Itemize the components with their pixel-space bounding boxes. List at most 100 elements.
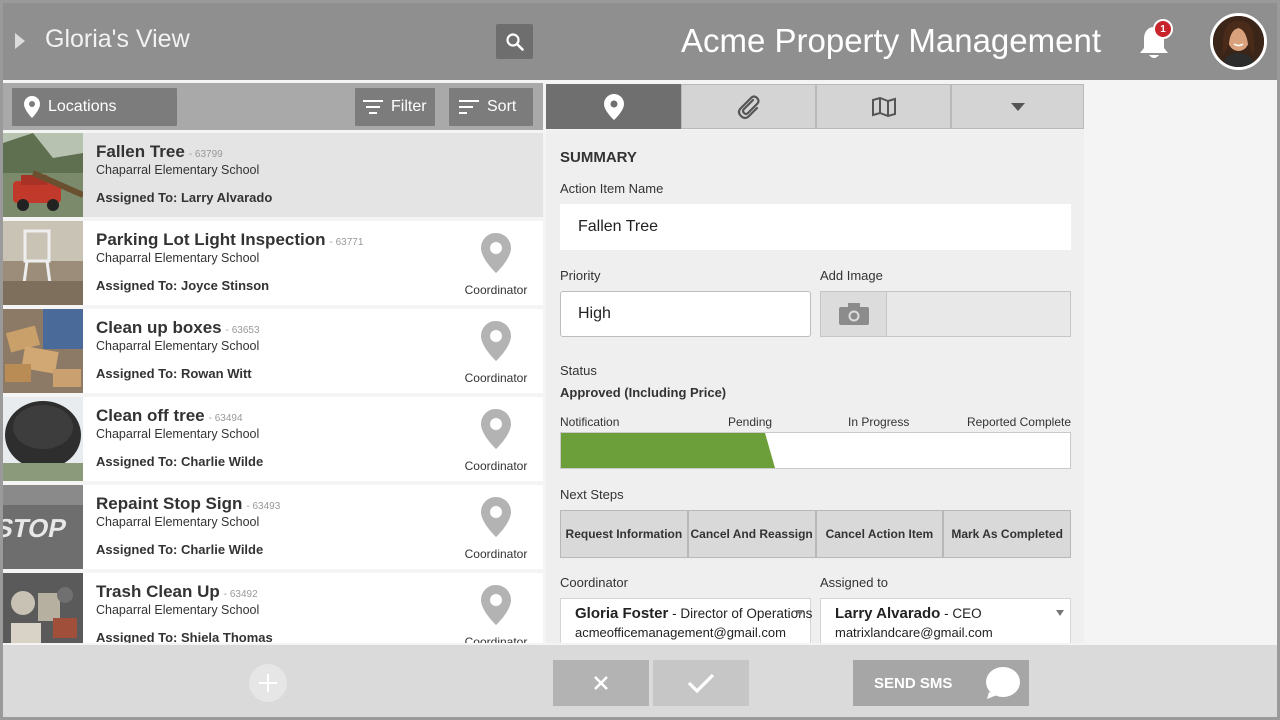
item-title: Parking Lot Light Inspection - 63771 [96, 230, 364, 249]
search-icon [505, 32, 524, 51]
search-button[interactable] [496, 24, 533, 59]
action-item-list: Fallen Tree - 63799 Chaparral Elementary … [3, 133, 543, 643]
map-pin-icon[interactable] [481, 321, 511, 361]
chat-bubble-icon [986, 667, 1020, 699]
section-title: SUMMARY [560, 149, 637, 166]
checkmark-icon [687, 673, 715, 693]
close-icon [594, 676, 608, 690]
item-location: Chaparral Elementary School [96, 427, 260, 441]
cancel-button[interactable] [553, 660, 649, 706]
next-steps-buttons: Request Information Cancel And Reassign … [560, 510, 1071, 558]
send-sms-button[interactable]: SEND SMS [853, 660, 1029, 706]
list-item[interactable]: Parking Lot Light Inspection - 63771 Chap… [3, 221, 543, 305]
user-avatar[interactable] [1210, 13, 1267, 70]
tab-attachments[interactable] [681, 84, 816, 129]
list-item[interactable]: Fallen Tree - 63799 Chaparral Elementary … [3, 133, 543, 217]
item-title: Repaint Stop Sign - 63493 [96, 494, 281, 513]
tab-map[interactable] [816, 84, 951, 129]
item-role: Coordinator [464, 371, 528, 385]
item-role: Coordinator [464, 459, 528, 473]
item-role: Coordinator [464, 283, 528, 297]
item-thumbnail [3, 573, 83, 643]
svg-text:STOP: STOP [3, 513, 69, 543]
request-information-button[interactable]: Request Information [560, 510, 688, 558]
cancel-and-reassign-button[interactable]: Cancel And Reassign [687, 510, 816, 558]
progress-fill [561, 433, 775, 468]
stage-in-progress: In Progress [848, 415, 910, 429]
item-role: Coordinator [464, 547, 528, 561]
add-image-field[interactable] [820, 291, 1071, 337]
item-thumbnail: STOP [3, 485, 83, 569]
add-button[interactable] [249, 664, 287, 702]
location-pin-icon [24, 96, 40, 118]
view-title: Gloria's View [45, 25, 190, 53]
map-icon [871, 96, 896, 117]
next-steps-label: Next Steps [560, 487, 624, 502]
list-toolbar: Locations Filter Sort [3, 83, 543, 130]
item-thumbnail [3, 133, 83, 217]
list-item[interactable]: Clean up boxes - 63653 Chaparral Elementa… [3, 309, 543, 393]
confirm-button[interactable] [653, 660, 749, 706]
stage-pending: Pending [728, 415, 773, 429]
item-location: Chaparral Elementary School [96, 251, 260, 265]
stage-reported-complete: Reported Complete [966, 415, 1071, 429]
app-header: Gloria's View Acme Property Management 1 [3, 3, 1277, 80]
item-location: Chaparral Elementary School [96, 515, 260, 529]
map-pin-icon[interactable] [481, 497, 511, 537]
location-pin-icon [603, 93, 624, 120]
filter-label: Filter [391, 98, 427, 115]
filter-icon [363, 100, 383, 114]
item-thumbnail [3, 221, 83, 305]
item-location: Chaparral Elementary School [96, 163, 260, 177]
priority-field[interactable]: High [560, 291, 811, 337]
locations-button[interactable]: Locations [12, 88, 177, 126]
cancel-action-item-button[interactable]: Cancel Action Item [815, 510, 944, 558]
camera-button[interactable] [821, 292, 887, 336]
expand-arrow-icon[interactable] [15, 33, 25, 49]
mark-as-completed-button[interactable]: Mark As Completed [943, 510, 1071, 558]
item-assignee: Assigned To: Charlie Wilde [96, 454, 264, 469]
right-empty-area [1084, 83, 1277, 643]
item-assignee: Assigned To: Rowan Witt [96, 366, 252, 381]
item-title: Clean off tree - 63494 [96, 406, 243, 425]
stage-notification: Notification [560, 415, 620, 429]
tab-more[interactable] [951, 84, 1084, 129]
item-assignee: Assigned To: Larry Alvarado [96, 190, 273, 205]
item-location: Chaparral Elementary School [96, 339, 260, 353]
map-pin-icon[interactable] [481, 409, 511, 449]
status-label: Status [560, 363, 597, 378]
list-item[interactable]: Clean off tree - 63494 Chaparral Elementa… [3, 397, 543, 481]
item-role: Coordinator [464, 635, 528, 643]
assignee-email: matrixlandcare@gmail.com [835, 625, 993, 640]
detail-tabs [546, 84, 1084, 129]
item-assignee: Assigned To: Joyce Stinson [96, 278, 270, 293]
coordinator-name: Gloria Foster - Director of Operations [575, 605, 813, 622]
tab-location[interactable] [546, 84, 681, 129]
map-pin-icon[interactable] [481, 585, 511, 625]
app-title: Acme Property Management [680, 22, 1101, 59]
item-title: Trash Clean Up - 63492 [96, 582, 258, 601]
avatar-photo [1213, 16, 1264, 67]
item-thumbnail [3, 309, 83, 393]
progress-fill-shape [561, 433, 775, 468]
status-progress-bar [560, 432, 1071, 469]
detail-panel: SUMMARY Action Item Name Fallen Tree Pri… [546, 130, 1084, 643]
chevron-down-icon [1010, 102, 1025, 111]
coordinator-email: acmeofficemanagement@gmail.com [575, 625, 786, 640]
map-pin-icon[interactable] [481, 233, 511, 273]
sort-button[interactable]: Sort [449, 88, 533, 126]
status-value: Approved (Including Price) [560, 385, 727, 400]
item-location: Chaparral Elementary School [96, 603, 260, 617]
assignee-select[interactable]: Larry Alvarado - CEO matrixlandcare@gmai… [820, 598, 1071, 643]
filter-button[interactable]: Filter [355, 88, 435, 126]
list-item[interactable]: Trash Clean Up - 63492 Chaparral Elementa… [3, 573, 543, 643]
list-item[interactable]: STOP Repaint Stop Sign - 63493 Chaparral … [3, 485, 543, 569]
sort-label: Sort [487, 98, 517, 115]
footer-bar: SEND SMS [3, 645, 1277, 717]
coordinator-select[interactable]: Gloria Foster - Director of Operations a… [560, 598, 813, 643]
sort-icon [459, 100, 479, 114]
item-assignee: Assigned To: Charlie Wilde [96, 542, 264, 557]
item-thumbnail [3, 397, 83, 481]
item-title: Clean up boxes - 63653 [96, 318, 260, 337]
action-item-name-field[interactable]: Fallen Tree [560, 204, 1071, 250]
